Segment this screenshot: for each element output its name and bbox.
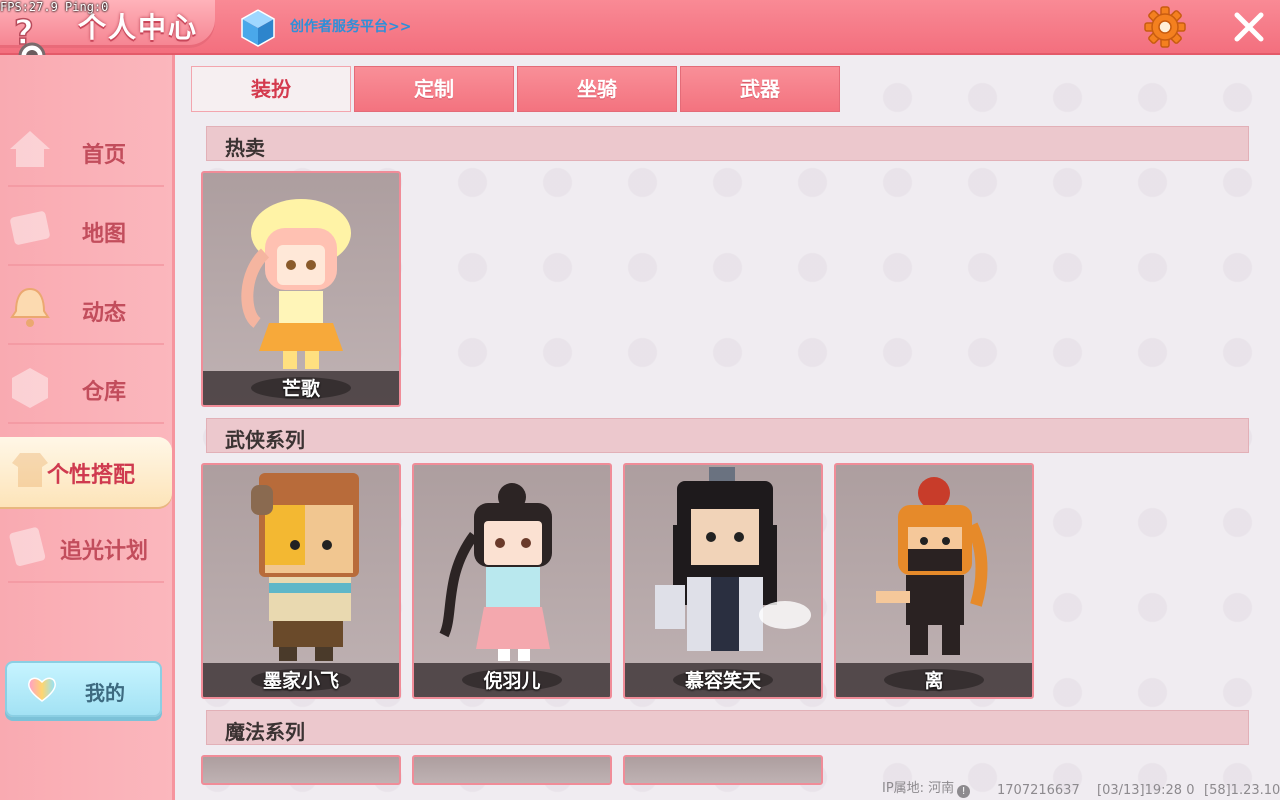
ip-location: IP属地: 河南! [882, 777, 971, 798]
ip-label: IP属地: 河南 [882, 781, 955, 796]
section-header-magic: 魔法系列 [206, 710, 1249, 745]
sidebar-item-home[interactable]: 首页 [0, 117, 172, 187]
sidebar-item-feed[interactable]: 动态 [0, 275, 172, 345]
character-mangge-image [241, 199, 351, 369]
costume-card[interactable]: 慕容笑天 [623, 463, 823, 699]
costume-card[interactable] [412, 755, 612, 785]
sidebar-item-chase-light[interactable]: 追光计划 [0, 513, 172, 583]
costume-name: 芒歌 [281, 378, 320, 400]
divider [8, 581, 164, 583]
cube-icon[interactable] [240, 8, 276, 48]
version: [58]1.23.10 [1204, 783, 1280, 798]
top-bar: 个人中心 ? FPS:27.9 Ping:0 创作者服务平台>> [0, 0, 1280, 70]
sidebar-item-label: 追光计划 [59, 539, 148, 564]
creator-platform-link[interactable]: 创作者服务平台>> [290, 16, 411, 36]
costume-card[interactable]: 倪羽儿 [412, 463, 612, 699]
fps-readout: FPS:27.9 Ping:0 [0, 0, 109, 14]
costume-name: 慕容笑天 [684, 670, 761, 692]
costume-card[interactable]: 离 [834, 463, 1034, 699]
costume-name: 墨家小飞 [262, 670, 339, 692]
divider [8, 343, 164, 345]
costume-name: 倪羽儿 [483, 670, 541, 692]
costume-name: 离 [924, 670, 944, 692]
main-content: 装扮 定制 坐骑 武器 热卖 芒歌 武侠系列 墨家小飞 倪羽儿 慕容笑天 离 魔… [175, 55, 1280, 800]
character-ni-yuer-image [439, 483, 552, 661]
my-button-label: 我的 [85, 681, 125, 705]
sidebar: 首页 地图 动态 仓库 个性搭配 追光计划 我的 [0, 55, 175, 800]
character-li-image [876, 477, 988, 655]
tab-weapon[interactable]: 武器 [680, 66, 840, 112]
close-icon[interactable] [1232, 10, 1266, 44]
sidebar-item-map[interactable]: 地图 [0, 196, 172, 266]
divider [8, 185, 164, 187]
sidebar-item-label: 首页 [81, 143, 126, 168]
section-title: 魔法系列 [225, 720, 305, 744]
timestamp: [03/13]19:28 0 [1097, 783, 1195, 798]
costume-card[interactable] [623, 755, 823, 785]
divider [8, 264, 164, 266]
character-mojia-xiaofei-image [251, 473, 359, 661]
section-header-hot: 热卖 [206, 126, 1249, 161]
sidebar-item-label: 动态 [81, 301, 126, 326]
heart-icon [28, 677, 56, 702]
costume-card[interactable]: 墨家小飞 [201, 463, 401, 699]
costume-card[interactable]: 芒歌 [201, 171, 401, 407]
divider [8, 422, 164, 424]
sidebar-item-warehouse[interactable]: 仓库 [0, 354, 172, 424]
character-murong-xiaotian-image [655, 467, 811, 651]
section-header-wuxia: 武侠系列 [206, 418, 1249, 453]
tab-mount[interactable]: 坐骑 [517, 66, 677, 112]
sidebar-item-label: 仓库 [81, 380, 126, 405]
my-button[interactable]: 我的 [5, 661, 162, 717]
sidebar-item-label: 个性搭配 [46, 463, 135, 488]
sidebar-item-outfit[interactable]: 个性搭配 [0, 437, 172, 507]
user-id: 1707216637 [997, 783, 1080, 798]
tab-custom[interactable]: 定制 [354, 66, 514, 112]
sidebar-item-label: 地图 [81, 222, 126, 247]
costume-card[interactable] [201, 755, 401, 785]
gear-icon[interactable] [1144, 6, 1186, 48]
section-title: 热卖 [225, 136, 265, 160]
info-icon[interactable]: ! [957, 785, 971, 798]
section-title: 武侠系列 [225, 428, 305, 452]
tab-costume[interactable]: 装扮 [191, 66, 351, 112]
